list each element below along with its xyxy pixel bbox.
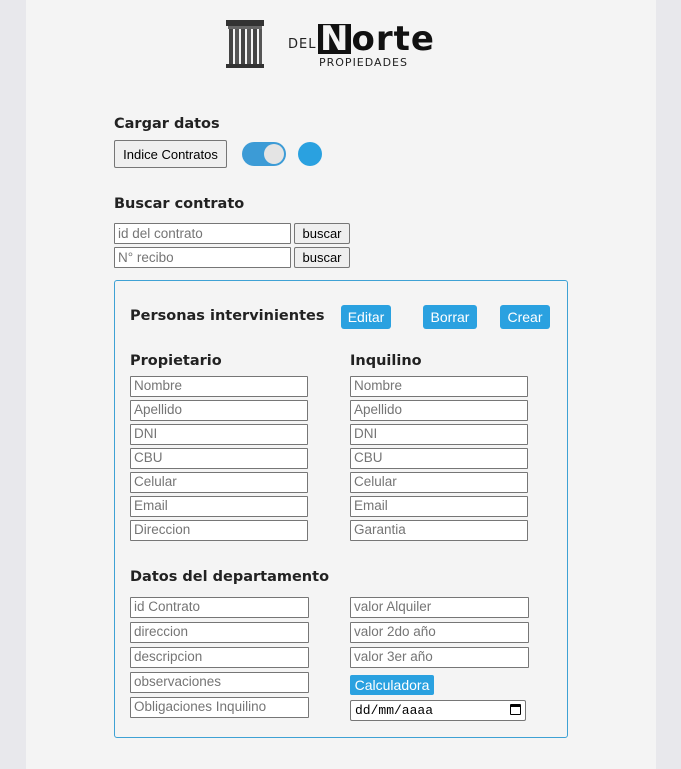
- propietario-nombre-input[interactable]: Nombre: [130, 376, 308, 397]
- logo-propiedades-text: PROPIEDADES: [319, 56, 408, 69]
- dept-observaciones-input[interactable]: observaciones: [130, 672, 309, 693]
- valor-3er-ano-input[interactable]: valor 3er año: [350, 647, 529, 668]
- delete-button[interactable]: Borrar: [423, 305, 477, 329]
- personas-heading: Personas intervinientes: [130, 308, 325, 324]
- calculadora-button[interactable]: Calculadora: [350, 675, 434, 695]
- inquilino-heading: Inquilino: [350, 353, 422, 369]
- valor-2do-ano-input[interactable]: valor 2do año: [350, 622, 529, 643]
- inquilino-email-input[interactable]: Email: [350, 496, 528, 517]
- buscar-contrato-heading: Buscar contrato: [114, 196, 245, 212]
- logo-n-letter: N: [318, 19, 352, 59]
- inquilino-cbu-input[interactable]: CBU: [350, 448, 528, 469]
- propietario-heading: Propietario: [130, 353, 222, 369]
- logo-del-text: DEL: [288, 37, 317, 52]
- indice-contratos-button[interactable]: Indice Contratos: [114, 140, 227, 168]
- contract-id-input[interactable]: id del contrato: [114, 223, 291, 244]
- propietario-celular-input[interactable]: Celular: [130, 472, 308, 493]
- inquilino-celular-input[interactable]: Celular: [350, 472, 528, 493]
- dept-direccion-input[interactable]: direccion: [130, 622, 309, 643]
- inquilino-nombre-input[interactable]: Nombre: [350, 376, 528, 397]
- toggle-knob: [264, 144, 284, 164]
- building-logo-icon: [226, 20, 264, 68]
- propietario-direccion-input[interactable]: Direccion: [130, 520, 308, 541]
- dept-obligaciones-input[interactable]: Obligaciones Inquilino: [130, 697, 309, 718]
- propietario-email-input[interactable]: Email: [130, 496, 308, 517]
- calendar-icon[interactable]: [510, 704, 521, 715]
- date-input[interactable]: dd/mm/aaaa: [350, 700, 526, 721]
- edit-button[interactable]: Editar: [341, 305, 391, 329]
- status-indicator-dot: [298, 142, 322, 166]
- logo-orte: orte: [351, 19, 435, 59]
- create-button[interactable]: Crear: [500, 305, 550, 329]
- logo-norte-text: Norte: [318, 20, 435, 58]
- load-toggle-switch[interactable]: [242, 142, 286, 166]
- propietario-dni-input[interactable]: DNI: [130, 424, 308, 445]
- propietario-apellido-input[interactable]: Apellido: [130, 400, 308, 421]
- receipt-number-input[interactable]: N° recibo: [114, 247, 291, 268]
- inquilino-dni-input[interactable]: DNI: [350, 424, 528, 445]
- inquilino-apellido-input[interactable]: Apellido: [350, 400, 528, 421]
- inquilino-garantia-input[interactable]: Garantia: [350, 520, 528, 541]
- valor-alquiler-input[interactable]: valor Alquiler: [350, 597, 529, 618]
- date-placeholder: dd/mm/aaaa: [355, 703, 434, 718]
- search-receipt-button[interactable]: buscar: [294, 247, 350, 268]
- logo: DEL Norte PROPIEDADES: [226, 18, 446, 73]
- search-contract-button[interactable]: buscar: [294, 223, 350, 244]
- departamento-heading: Datos del departamento: [130, 569, 330, 585]
- dept-id-contrato-input[interactable]: id Contrato: [130, 597, 309, 618]
- propietario-cbu-input[interactable]: CBU: [130, 448, 308, 469]
- cargar-datos-heading: Cargar datos: [114, 116, 220, 132]
- dept-descripcion-input[interactable]: descripcion: [130, 647, 309, 668]
